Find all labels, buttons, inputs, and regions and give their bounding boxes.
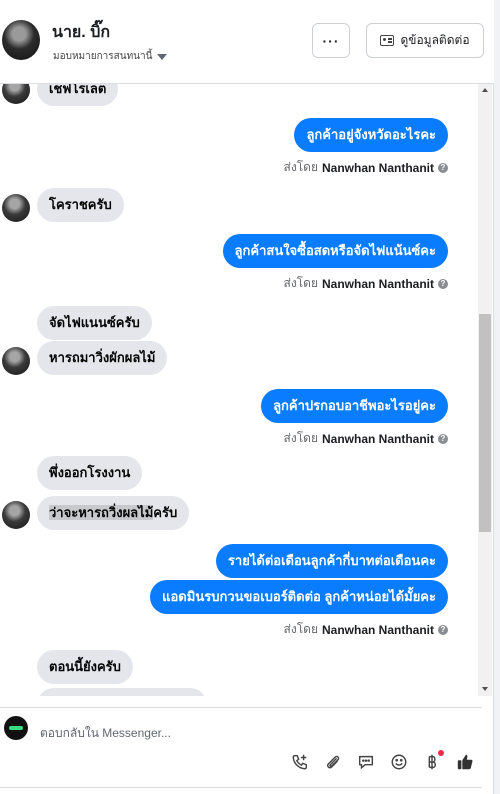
view-contact-button[interactable]: ดูข้อมูลติดต่อ (366, 23, 484, 58)
outgoing-message: ลูกค้าสนใจซื้อสดหรือจัดไฟแน้นซ์คะ (222, 234, 448, 268)
incoming-message: โคราชครับ (37, 188, 124, 222)
reply-composer: ตอบกลับใน Messenger... (0, 707, 482, 788)
reply-input[interactable]: ตอบกลับใน Messenger... (40, 724, 171, 743)
help-icon[interactable]: ? (438, 162, 448, 173)
sent-by-label: ส่งโดย Nanwhan Nanthanit ? (284, 620, 448, 639)
thumbs-up-icon[interactable] (455, 752, 475, 772)
scrollbar-thumb[interactable] (479, 314, 491, 532)
message-text: ครับ (153, 505, 178, 520)
scroll-up-arrow-icon[interactable] (482, 88, 488, 92)
help-icon[interactable]: ? (438, 433, 448, 444)
incoming-message: พึ่งออกโรงงาน (37, 456, 143, 490)
selected-text: ว่าจะหารถวิ่งผลไม้ (49, 505, 154, 520)
contact-avatar-small (2, 501, 30, 529)
sent-by-label: ส่งโดย Nanwhan Nanthanit ? (284, 429, 448, 448)
sender-name[interactable]: Nanwhan Nanthanit (322, 432, 434, 446)
sent-by-label: ส่งโดย Nanwhan Nanthanit ? (284, 274, 448, 293)
page-avatar (4, 716, 28, 740)
smiley-icon[interactable] (389, 752, 409, 772)
notification-dot (438, 750, 444, 756)
help-icon[interactable]: ? (438, 624, 448, 635)
message-thread: เชฟโรเลต ลูกค้าอยู่จังหวัดอะไรคะ ส่งโดย … (0, 84, 478, 696)
incoming-message-partial (37, 688, 207, 696)
call-add-icon[interactable] (290, 752, 310, 772)
contact-avatar-small (2, 194, 30, 222)
composer-toolbar (290, 750, 475, 772)
contact-card-icon (380, 35, 395, 46)
help-icon[interactable]: ? (438, 278, 448, 289)
sender-name[interactable]: Nanwhan Nanthanit (322, 277, 434, 291)
incoming-message: ว่าจะหารถวิ่งผลไม้ครับ (37, 496, 190, 530)
more-options-button[interactable]: ··· (312, 23, 350, 58)
scroll-down-arrow-icon[interactable] (482, 687, 488, 691)
contact-avatar-small (2, 347, 30, 375)
assign-label: มอบหมายการสนทนานี้ (53, 51, 153, 62)
sent-by-prefix: ส่งโดย (283, 431, 318, 445)
attachment-icon[interactable] (323, 752, 343, 772)
incoming-message: หารถมาวิ่งผักผลไม้ (37, 341, 168, 375)
incoming-message: จัดไฟแนนซ์ครับ (37, 306, 152, 340)
chat-scrollbar[interactable] (478, 84, 492, 696)
outgoing-message: แอดมินรบกวนขอเบอร์ติดต่อ ลูกค้าหน่อยได้ม… (150, 580, 448, 614)
sent-by-prefix: ส่งโดย (283, 160, 318, 174)
sent-by-prefix: ส่งโดย (283, 276, 318, 290)
contact-avatar[interactable] (2, 20, 40, 60)
sent-by-prefix: ส่งโดย (283, 622, 318, 636)
view-contact-label: ดูข้อมูลติดต่อ (400, 33, 470, 47)
incoming-message: ตอนนี้ยังครับ (37, 650, 133, 684)
sender-name[interactable]: Nanwhan Nanthanit (322, 161, 434, 175)
assign-conversation-dropdown[interactable]: มอบหมายการสนทนานี้ (53, 49, 168, 64)
sender-name[interactable]: Nanwhan Nanthanit (322, 623, 434, 637)
incoming-message: เชฟโรเลต (37, 84, 119, 106)
outgoing-message: ลูกค้าปรกอบอาชีพอะไรอยู่คะ (261, 389, 448, 423)
conversation-header: นาย. บิ๊ก มอบหมายการสนทนานี้ ··· ดูข้อมู… (0, 0, 494, 84)
outgoing-message: รายได้ต่อเดือนลูกค้ากี่บาทต่อเดือนคะ (215, 544, 448, 578)
chat-bubble-icon[interactable] (356, 752, 376, 772)
contact-avatar-small (2, 84, 30, 104)
baht-icon[interactable] (422, 750, 444, 772)
sent-by-label: ส่งโดย Nanwhan Nanthanit ? (284, 158, 448, 177)
contact-name[interactable]: นาย. บิ๊ก (52, 20, 110, 45)
outgoing-message: ลูกค้าอยู่จังหวัดอะไรคะ (294, 118, 448, 152)
conversation-window: นาย. บิ๊ก มอบหมายการสนทนานี้ ··· ดูข้อมู… (0, 0, 494, 794)
caret-down-icon (157, 53, 168, 60)
